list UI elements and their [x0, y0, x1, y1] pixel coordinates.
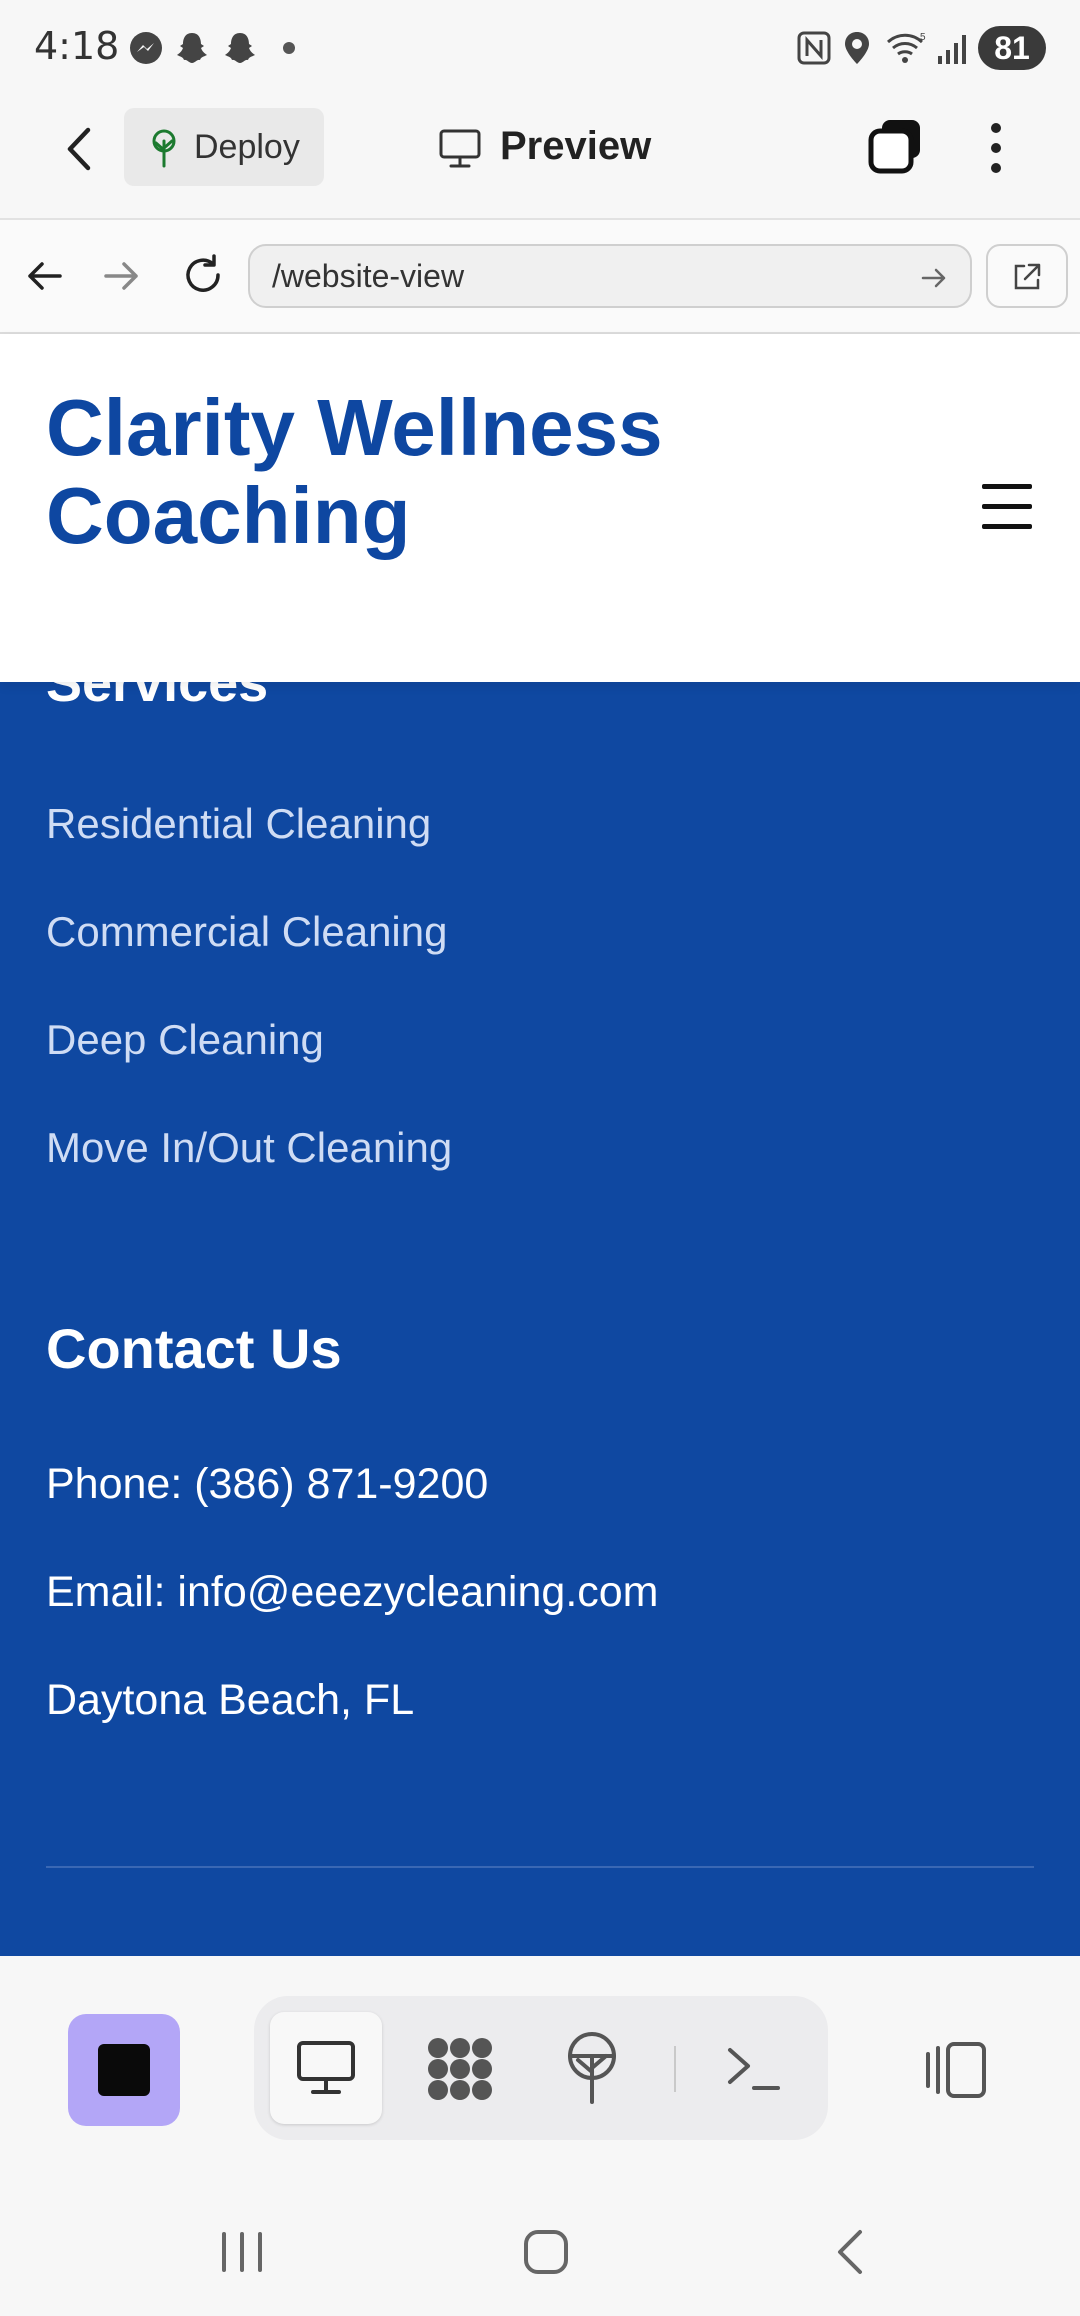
bottom-toolbar [0, 1956, 1080, 2172]
app-header: Deploy Preview [0, 100, 1080, 220]
system-back-icon[interactable] [830, 2228, 870, 2276]
preview-title: Preview [500, 124, 652, 168]
go-arrow-icon[interactable] [920, 264, 948, 292]
url-bar[interactable]: /website-view [248, 244, 972, 308]
split-view-icon[interactable] [922, 2040, 990, 2100]
terminal-icon[interactable] [724, 2042, 784, 2096]
dot-icon [283, 42, 295, 54]
site-footer: Services Residential Cleaning Commercial… [0, 682, 1080, 1956]
service-link[interactable]: Deep Cleaning [46, 1016, 324, 1064]
messenger-icon [130, 32, 162, 64]
svg-text:5: 5 [920, 32, 926, 43]
snapchat-icon [225, 33, 255, 63]
contact-location: Daytona Beach, FL [46, 1676, 415, 1724]
workspace-grid-icon[interactable] [424, 2036, 496, 2102]
toolbar-separator [674, 2046, 676, 2092]
services-heading: Services [46, 682, 269, 713]
status-time: 4:18 [34, 24, 120, 68]
home-icon[interactable] [522, 2228, 570, 2276]
url-text: /website-view [272, 258, 465, 294]
status-bar: 4:18 5 81 [0, 0, 1080, 100]
location-icon [845, 32, 869, 64]
deploy-button[interactable]: Deploy [124, 108, 324, 186]
reload-icon[interactable] [180, 252, 226, 298]
browser-forward-icon[interactable] [102, 256, 142, 296]
stop-icon [98, 2044, 150, 2096]
open-external-button[interactable] [986, 244, 1068, 308]
deploy-label: Deploy [194, 128, 300, 166]
stop-button[interactable] [68, 2014, 180, 2126]
view-mode-group [254, 1996, 828, 2140]
preview-mode-button[interactable] [270, 2012, 382, 2124]
system-nav-bar [0, 2156, 1080, 2316]
hamburger-menu-icon[interactable] [982, 484, 1032, 530]
battery-indicator: 81 [978, 26, 1046, 70]
contact-phone[interactable]: Phone: (386) 871-9200 [46, 1460, 488, 1509]
snapchat-icon [177, 33, 207, 63]
contact-email[interactable]: Email: info@eeezycleaning.com [46, 1568, 659, 1617]
signal-icon [938, 35, 966, 64]
browser-toolbar: /website-view [0, 220, 1080, 334]
site-header: Clarity Wellness Coaching [0, 334, 1080, 682]
wifi-icon: 5 [886, 32, 926, 63]
monitor-icon [297, 2041, 355, 2094]
recent-apps-icon[interactable] [218, 2230, 268, 2274]
external-link-icon [1014, 263, 1041, 290]
more-menu-icon[interactable] [984, 118, 1008, 178]
footer-divider [46, 1866, 1034, 1868]
site-title[interactable]: Clarity Wellness Coaching [46, 384, 746, 560]
service-link[interactable]: Residential Cleaning [46, 800, 431, 848]
deploy-tree-icon[interactable] [564, 2032, 620, 2104]
service-link[interactable]: Move In/Out Cleaning [46, 1124, 452, 1172]
deploy-tree-icon [152, 129, 176, 168]
service-link[interactable]: Commercial Cleaning [46, 908, 447, 956]
monitor-icon [439, 129, 481, 168]
nfc-icon [797, 31, 831, 65]
tabs-switcher-icon[interactable] [866, 116, 926, 176]
contact-heading: Contact Us [46, 1317, 342, 1380]
back-chevron-icon[interactable] [60, 124, 100, 174]
browser-back-icon[interactable] [24, 256, 64, 296]
